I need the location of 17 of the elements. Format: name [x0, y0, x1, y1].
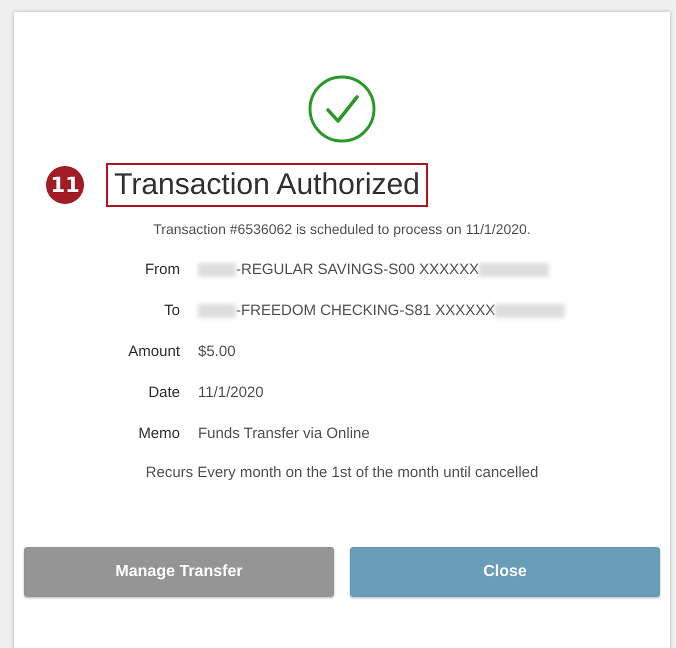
detail-label: Date [147, 383, 180, 403]
detail-value: Funds Transfer via Online [198, 424, 370, 444]
manage-transfer-button[interactable]: Manage Transfer [24, 547, 334, 597]
callout-number: 11 [46, 166, 84, 204]
detail-value: $5.00 [198, 342, 236, 362]
detail-value: 11/1/2020 [198, 383, 264, 403]
recurrence-text: Recurs Every month on the 1st of the month until cancelled [146, 464, 538, 481]
detail-label: Amount [127, 342, 180, 362]
detail-label: Memo [137, 424, 180, 444]
schedule-message: Transaction #6536062 is scheduled to process on 11/1/2020. [153, 221, 531, 237]
detail-value: -REGULAR SAVINGS-S00 XXXXXX [236, 260, 480, 280]
detail-label: From [144, 260, 180, 280]
detail-label: To [163, 301, 180, 321]
dialog-title: Transaction Authorized [106, 163, 428, 207]
close-button[interactable]: Close [350, 547, 660, 597]
checkmark-circle-icon [308, 75, 376, 143]
detail-value: -FREEDOM CHECKING-S81 XXXXXX [236, 301, 496, 321]
